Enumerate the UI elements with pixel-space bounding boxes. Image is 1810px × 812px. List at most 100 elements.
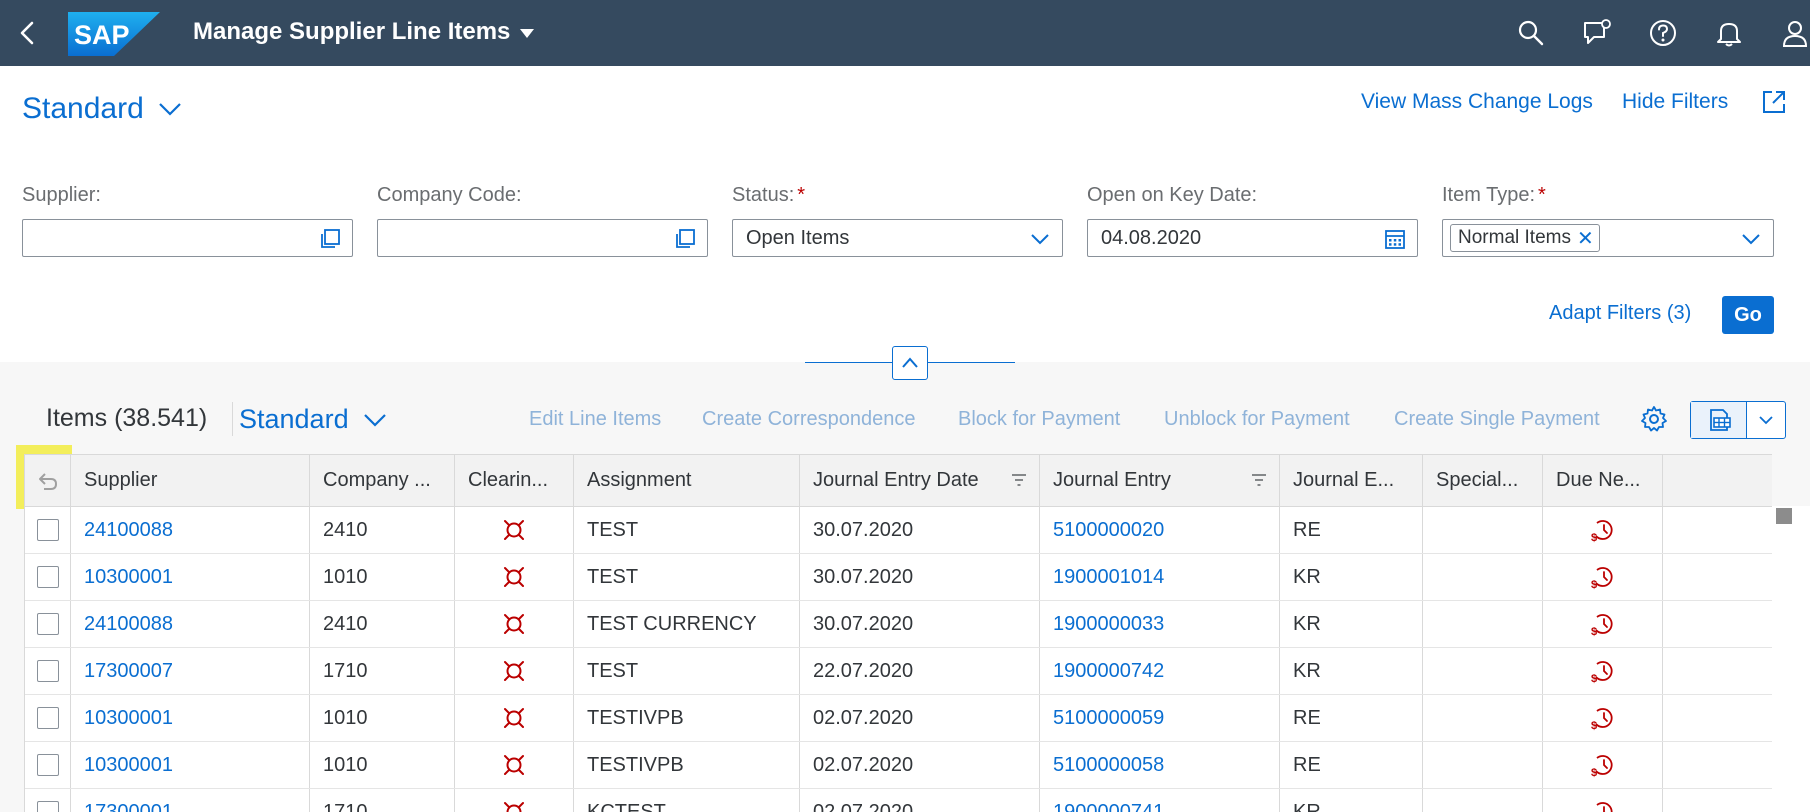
row-checkbox[interactable] bbox=[36, 566, 59, 588]
table-row[interactable]: 17300007 1710 TEST 22.07.2020 1900000742 KR $ bbox=[25, 648, 1772, 695]
gear-icon[interactable] bbox=[1640, 405, 1668, 433]
value-help-icon[interactable] bbox=[318, 227, 342, 251]
variant-selector[interactable]: Standard bbox=[22, 92, 182, 126]
share-icon[interactable] bbox=[1760, 88, 1788, 116]
supplier-link[interactable]: 17300001 bbox=[84, 801, 173, 812]
row-select-cell[interactable] bbox=[25, 789, 71, 812]
status-select[interactable]: Open Items bbox=[732, 219, 1063, 257]
key-date-label: Open on Key Date: bbox=[1087, 184, 1258, 206]
sap-logo[interactable]: SAP bbox=[68, 12, 160, 56]
undo-selection-cell[interactable] bbox=[25, 455, 71, 506]
create-correspondence-button[interactable]: Create Correspondence bbox=[702, 408, 915, 431]
column-header-special-gl[interactable]: Special... bbox=[1423, 455, 1543, 506]
line-items-table: Supplier Company ... Clearin... Assignme… bbox=[24, 454, 1772, 812]
row-checkbox[interactable] bbox=[36, 801, 59, 812]
chevron-down-icon[interactable] bbox=[1028, 227, 1052, 251]
journal-entry-link[interactable]: 5100000020 bbox=[1053, 519, 1164, 542]
view-mass-change-logs-link[interactable]: View Mass Change Logs bbox=[1361, 90, 1593, 114]
edit-line-items-button[interactable]: Edit Line Items bbox=[529, 408, 661, 431]
table-variant-selector[interactable]: Standard bbox=[239, 404, 387, 435]
item-type-multicombo[interactable]: Normal Items ✕ bbox=[1442, 219, 1774, 257]
scrollbar-thumb[interactable] bbox=[1776, 508, 1792, 524]
go-button[interactable]: Go bbox=[1722, 296, 1774, 334]
table-row[interactable]: 10300001 1010 TESTIVPB 02.07.2020 5100000059… bbox=[25, 695, 1772, 742]
table-header: Supplier Company ... Clearin... Assignme… bbox=[25, 455, 1772, 507]
column-header-journal-entry-type[interactable]: Journal E... bbox=[1280, 455, 1423, 506]
hide-filters-link[interactable]: Hide Filters bbox=[1622, 90, 1728, 114]
column-header-journal-entry-date[interactable]: Journal Entry Date bbox=[800, 455, 1040, 506]
unblock-for-payment-button[interactable]: Unblock for Payment bbox=[1164, 408, 1350, 431]
variant-label: Standard bbox=[22, 92, 144, 125]
table-row[interactable]: 10300001 1010 TESTIVPB 02.07.2020 5100000058… bbox=[25, 742, 1772, 789]
row-checkbox[interactable] bbox=[36, 613, 59, 635]
special-gl-cell bbox=[1423, 789, 1543, 812]
remove-token-icon[interactable]: ✕ bbox=[1577, 226, 1594, 251]
key-date-picker[interactable]: 04.08.2020 bbox=[1087, 219, 1418, 257]
adapt-filters-link[interactable]: Adapt Filters (3) bbox=[1549, 302, 1691, 325]
user-icon[interactable] bbox=[1780, 18, 1810, 48]
special-gl-cell bbox=[1423, 648, 1543, 694]
row-checkbox[interactable] bbox=[36, 707, 59, 729]
journal-entry-link[interactable]: 1900000742 bbox=[1053, 660, 1164, 683]
table-row[interactable]: 10300001 1010 TEST 30.07.2020 1900001014 KR $ bbox=[25, 554, 1772, 601]
column-header-assignment[interactable]: Assignment bbox=[574, 455, 800, 506]
create-single-payment-button[interactable]: Create Single Payment bbox=[1394, 408, 1600, 431]
supplier-link[interactable]: 10300001 bbox=[84, 754, 173, 777]
supplier-link[interactable]: 24100088 bbox=[84, 519, 173, 542]
column-header-due-net[interactable]: Due Ne... bbox=[1543, 455, 1663, 506]
assignment-cell: TESTIVPB bbox=[574, 695, 800, 741]
column-header-clearing-status[interactable]: Clearin... bbox=[455, 455, 574, 506]
row-select-cell[interactable] bbox=[25, 742, 71, 788]
feedback-icon[interactable] bbox=[1582, 18, 1612, 48]
calendar-icon[interactable] bbox=[1383, 227, 1407, 251]
journal-entry-link[interactable]: 5100000059 bbox=[1053, 707, 1164, 730]
assignment-cell: TEST bbox=[574, 648, 800, 694]
due-net-cell: $ bbox=[1543, 507, 1663, 553]
vertical-scrollbar[interactable] bbox=[1772, 506, 1810, 812]
chevron-down-icon[interactable] bbox=[1739, 227, 1763, 251]
supplier-link[interactable]: 10300001 bbox=[84, 566, 173, 589]
journal-entry-link[interactable]: 1900000033 bbox=[1053, 613, 1164, 636]
toolbar-separator bbox=[232, 402, 233, 436]
column-header-journal-entry[interactable]: Journal Entry bbox=[1040, 455, 1280, 506]
journal-entry-type-cell: RE bbox=[1280, 507, 1423, 553]
table-row[interactable]: 24100088 2410 TEST 30.07.2020 5100000020 RE $ bbox=[25, 507, 1772, 554]
row-select-cell[interactable] bbox=[25, 507, 71, 553]
supplier-input[interactable] bbox=[22, 219, 353, 257]
assignment-text: TEST bbox=[587, 565, 639, 588]
journal-entry-link[interactable]: 5100000058 bbox=[1053, 754, 1164, 777]
back-icon[interactable] bbox=[16, 20, 40, 46]
supplier-link[interactable]: 24100088 bbox=[84, 613, 173, 636]
row-select-cell[interactable] bbox=[25, 695, 71, 741]
column-header-company-code[interactable]: Company ... bbox=[310, 455, 455, 506]
help-icon[interactable] bbox=[1648, 18, 1678, 48]
row-checkbox[interactable] bbox=[36, 754, 59, 776]
column-header-supplier[interactable]: Supplier bbox=[71, 455, 310, 506]
journal-entry-link[interactable]: 1900000741 bbox=[1053, 801, 1164, 812]
row-checkbox[interactable] bbox=[36, 660, 59, 682]
journal-entry-link[interactable]: 1900001014 bbox=[1053, 566, 1164, 589]
row-select-cell[interactable] bbox=[25, 601, 71, 647]
supplier-link[interactable]: 17300007 bbox=[84, 660, 173, 683]
journal-entry-type-cell: KR bbox=[1280, 554, 1423, 600]
table-row[interactable]: 17300001 1710 KCTEST 02.07.2020 1900000741 KR… bbox=[25, 789, 1772, 812]
row-checkbox[interactable] bbox=[36, 519, 59, 541]
journal-entry-date-text: 02.07.2020 bbox=[813, 753, 914, 776]
journal-entry-date-text: 02.07.2020 bbox=[813, 800, 914, 812]
app-title-menu[interactable]: Manage Supplier Line Items bbox=[193, 18, 535, 46]
table-row[interactable]: 24100088 2410 TEST CURRENCY 30.07.2020 19000… bbox=[25, 601, 1772, 648]
value-help-icon[interactable] bbox=[673, 227, 697, 251]
column-title: Clearin... bbox=[468, 469, 549, 491]
supplier-link[interactable]: 10300001 bbox=[84, 707, 173, 730]
svg-text:$: $ bbox=[1591, 579, 1597, 590]
block-for-payment-button[interactable]: Block for Payment bbox=[958, 408, 1120, 431]
row-select-cell[interactable] bbox=[25, 554, 71, 600]
collapse-header-button[interactable] bbox=[892, 346, 928, 380]
notifications-icon[interactable] bbox=[1714, 18, 1744, 48]
export-button[interactable] bbox=[1691, 402, 1747, 438]
search-icon[interactable] bbox=[1516, 18, 1546, 48]
row-select-cell[interactable] bbox=[25, 648, 71, 694]
assignment-cell: TEST bbox=[574, 507, 800, 553]
export-menu-button[interactable] bbox=[1747, 402, 1785, 438]
company-code-input[interactable] bbox=[377, 219, 708, 257]
